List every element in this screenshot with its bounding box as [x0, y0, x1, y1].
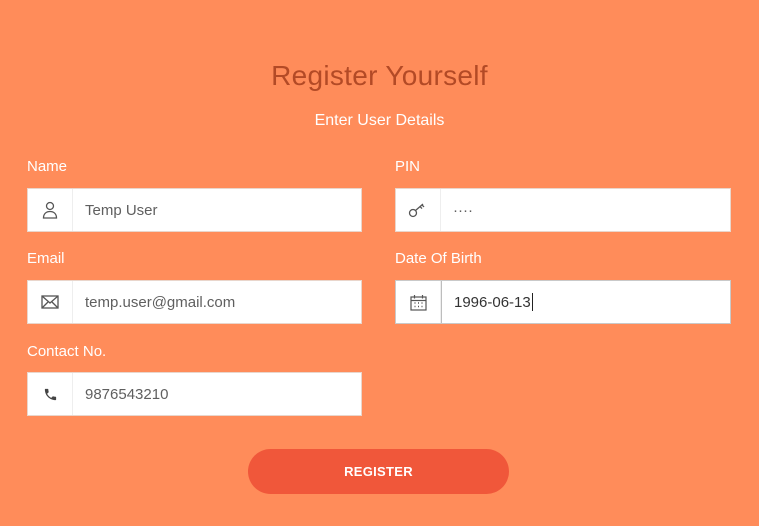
contact-label: Contact No. — [27, 343, 107, 360]
email-field[interactable]: temp.user@gmail.com — [27, 280, 362, 324]
dob-label: Date Of Birth — [395, 250, 482, 267]
page-subtitle: Enter User Details — [314, 112, 445, 129]
contact-input[interactable]: 9876543210 — [73, 373, 361, 415]
envelope-icon — [28, 281, 73, 323]
register-button[interactable]: REGISTER — [248, 449, 509, 494]
pin-input[interactable]: ···· — [441, 189, 730, 231]
contact-field[interactable]: 9876543210 — [27, 372, 362, 416]
dob-value: 1996-06-13 — [454, 293, 531, 311]
page-title: Register Yourself — [271, 60, 488, 91]
dob-input[interactable]: 1996-06-13 — [441, 281, 730, 323]
name-label: Name — [27, 158, 68, 175]
phone-icon — [28, 373, 73, 415]
email-input[interactable]: temp.user@gmail.com — [73, 281, 361, 323]
calendar-icon — [396, 281, 441, 323]
pin-label: PIN — [395, 158, 421, 175]
pin-field[interactable]: ···· — [395, 188, 731, 232]
dob-field[interactable]: 1996-06-13 — [395, 280, 731, 324]
text-caret — [531, 293, 533, 311]
name-field[interactable]: Temp User — [27, 188, 362, 232]
user-icon — [28, 189, 73, 231]
key-icon — [396, 189, 441, 231]
name-input[interactable]: Temp User — [73, 189, 361, 231]
email-label: Email — [27, 250, 65, 267]
